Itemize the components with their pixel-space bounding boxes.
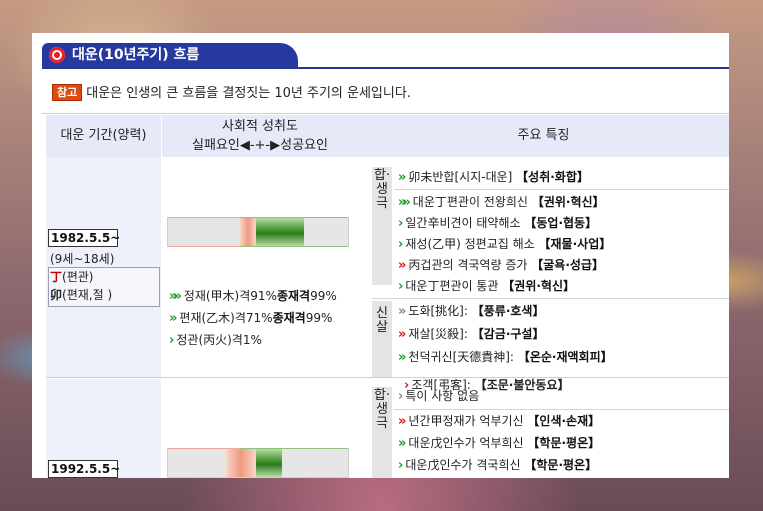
social-header-line2: 실패요인◀-+-▶성공요인 bbox=[192, 138, 328, 153]
feature-line: »» 대운丁편관이 전왕희신 【권위·혁신】 bbox=[398, 195, 605, 210]
ganji-box: 丁(편관) 卯(편재,절 ) bbox=[48, 267, 160, 307]
fortune-panel: 대운(10년주기) 흐름 참고 대운은 인생의 큰 흐름을 결정짓는 10년 주기… bbox=[32, 33, 729, 478]
arrow-icon: › bbox=[398, 389, 405, 404]
divider bbox=[42, 113, 729, 114]
ganji-branch: 卯 bbox=[50, 288, 63, 302]
feature-line: » 도화[挑化]: 【풍류·호색】 bbox=[398, 304, 545, 319]
group-label-hapsaeng: 합·생극 bbox=[372, 387, 392, 478]
feature-line: » 년간甲정재가 억부기신 【인색·손재】 bbox=[398, 414, 601, 429]
features-cell: 합·생극 » 卯未반합[시지-대운] 【성취·화합】 »» 대운丁편관이 전왕희신 … bbox=[372, 157, 729, 377]
feature-line: › 재성(乙甲) 정편교집 해소 【재물·사업】 bbox=[398, 237, 612, 252]
period-age: (9세~18세) bbox=[50, 252, 115, 266]
double-arrow-icon: » bbox=[398, 258, 407, 273]
achievement-bar bbox=[167, 448, 349, 478]
ganji-stem: 丁 bbox=[50, 270, 63, 284]
group-label: 신살 bbox=[376, 306, 388, 335]
feature-line: › 일간辛비견이 태약해소 【동업·협동】 bbox=[398, 216, 598, 231]
period-cell: 1992.5.5~ bbox=[46, 379, 161, 478]
arrow-icon: › bbox=[398, 216, 405, 231]
ganji-branch-desc: (편재,절 ) bbox=[62, 288, 113, 302]
note-text: 대운은 인생의 큰 흐름을 결정짓는 10년 주기의 운세입니다. bbox=[86, 86, 411, 101]
success-segment bbox=[256, 449, 282, 477]
arrow-icon: › bbox=[398, 237, 405, 252]
arrow-icon: › bbox=[398, 279, 405, 294]
section-title-tab: 대운(10년주기) 흐름 bbox=[42, 43, 298, 67]
arrow-icon: » bbox=[398, 436, 407, 451]
achievement-bar bbox=[167, 217, 349, 247]
section-title: 대운(10년주기) 흐름 bbox=[72, 47, 200, 63]
double-arrow-icon: »» bbox=[169, 289, 182, 304]
arrow-icon: › bbox=[398, 458, 405, 473]
feature-line: » 卯未반합[시지-대운] 【성취·화합】 bbox=[398, 170, 589, 185]
column-header-social: 사회적 성취도 실패요인◀-+-▶성공요인 bbox=[162, 115, 358, 157]
feature-line: › 대운戊인수가 격국희신 【학문·평온】 bbox=[398, 458, 598, 473]
group-label-sinsal: 신살 bbox=[372, 301, 392, 377]
ganji-stem-desc: (편관) bbox=[62, 270, 94, 284]
table-row: 1982.5.5~ (9세~18세) 丁(편관) 卯(편재,절 ) »» 정재(甲… bbox=[46, 157, 729, 377]
feature-line: › 조객[弔客]: 【조문·불안동요】 bbox=[404, 378, 570, 393]
failure-segment bbox=[226, 449, 256, 477]
social-cell bbox=[162, 379, 372, 478]
feature-line: › 대운丁편관이 통관 【권위·혁신】 bbox=[398, 279, 576, 294]
social-line: › 정관(丙火)격1% bbox=[169, 333, 262, 348]
group-label: 합·생극 bbox=[373, 388, 391, 431]
social-line: » 편재(乙木)격71%종재격99% bbox=[169, 311, 333, 326]
feature-line: » 천덕귀신[天德貴神]: 【온순·재액회피】 bbox=[398, 350, 613, 365]
feature-line: » 丙겁관의 격국역량 증가 【굴욕·성급】 bbox=[398, 258, 604, 273]
social-header-line1: 사회적 성취도 bbox=[222, 119, 298, 134]
note: 참고 대운은 인생의 큰 흐름을 결정짓는 10년 주기의 운세입니다. bbox=[52, 82, 411, 101]
arrow-icon: › bbox=[404, 378, 411, 393]
group-label-hapsaeng: 합·생극 bbox=[372, 167, 392, 285]
note-badge: 참고 bbox=[52, 84, 83, 101]
social-line: »» 정재(甲木)격91%종재격99% bbox=[169, 289, 337, 304]
period-date[interactable]: 1992.5.5~ bbox=[48, 460, 120, 478]
arrow-icon: » bbox=[169, 311, 178, 326]
period-date[interactable]: 1982.5.5~ bbox=[48, 229, 120, 247]
feature-line: » 대운戊인수가 억부희신 【학문·평온】 bbox=[398, 436, 601, 451]
section-header: 대운(10년주기) 흐름 bbox=[42, 43, 729, 69]
column-header-features: 주요 특징 bbox=[358, 115, 729, 157]
success-segment bbox=[256, 218, 304, 246]
arrow-icon: › bbox=[169, 333, 176, 348]
arrow-icon: » bbox=[398, 170, 407, 185]
period-cell: 1982.5.5~ (9세~18세) 丁(편관) 卯(편재,절 ) bbox=[46, 157, 161, 377]
double-arrow-icon: » bbox=[398, 304, 407, 319]
double-arrow-icon: »» bbox=[398, 195, 411, 210]
double-arrow-icon: » bbox=[398, 414, 407, 429]
social-cell: »» 정재(甲木)격91%종재격99% » 편재(乙木)격71%종재격99% › 정관… bbox=[162, 157, 372, 377]
target-icon bbox=[49, 47, 65, 63]
double-arrow-icon: » bbox=[398, 350, 407, 365]
group-label: 합·생극 bbox=[373, 168, 391, 211]
failure-segment bbox=[240, 218, 256, 246]
feature-line: » 재살[災殺]: 【감금·구설】 bbox=[398, 327, 545, 342]
column-header-period: 대운 기간(양력) bbox=[46, 115, 161, 157]
double-arrow-icon: » bbox=[398, 327, 407, 342]
